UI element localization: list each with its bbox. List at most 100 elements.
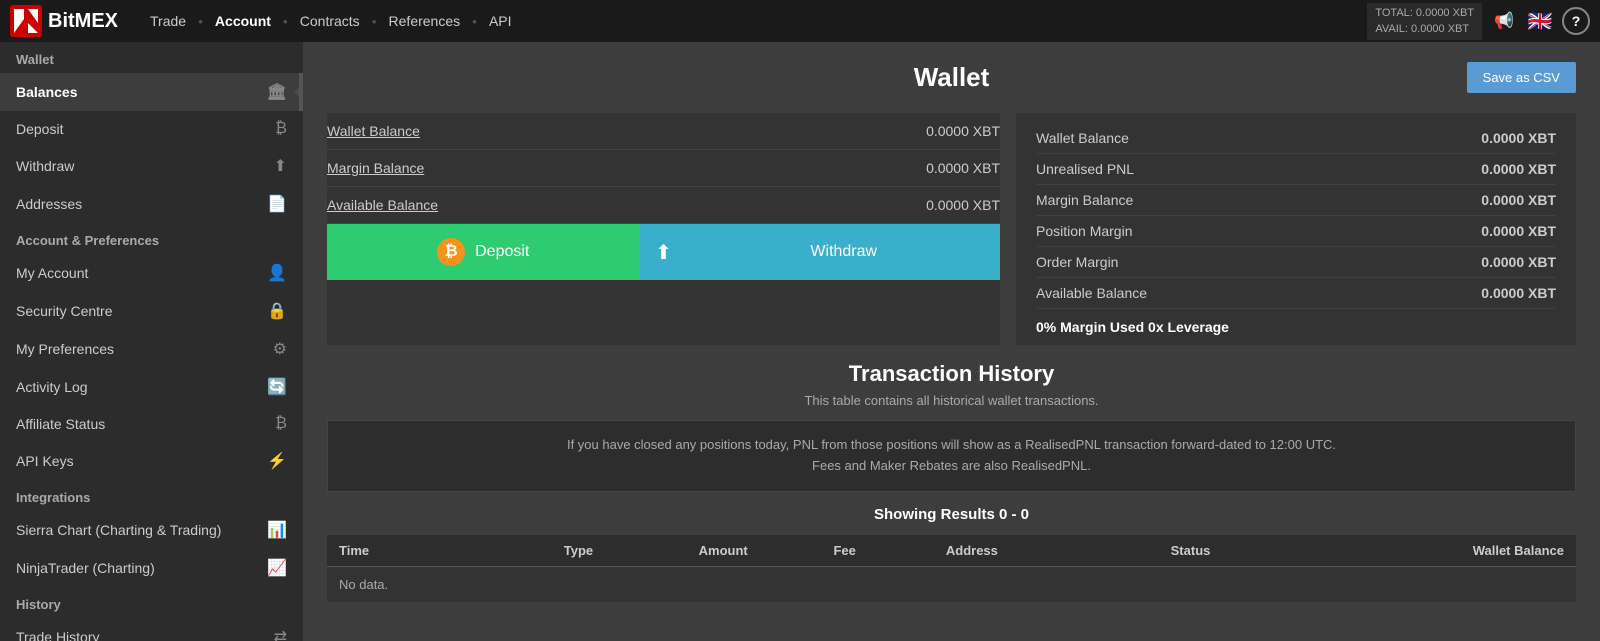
sidebar-item-balances[interactable]: Balances 🏛 — [0, 73, 303, 111]
deposit-icon: ₿ — [275, 120, 287, 138]
api-keys-label: API Keys — [16, 453, 259, 469]
main-layout: Wallet Balances 🏛 Deposit ₿ Withdraw ⬆ A… — [0, 42, 1600, 641]
sidebar-item-withdraw[interactable]: Withdraw ⬆ — [0, 147, 303, 185]
withdraw-btn-label: Withdraw — [810, 243, 877, 261]
preferences-icon: ⚙ — [273, 339, 287, 359]
sidebar-item-deposit[interactable]: Deposit ₿ — [0, 111, 303, 147]
trade-history-icon: ⇄ — [274, 627, 287, 641]
my-account-icon: 👤 — [267, 263, 287, 283]
trade-history-label: Trade History — [16, 629, 266, 641]
security-icon: 🔒 — [267, 301, 287, 321]
history-section-header: History — [0, 587, 303, 618]
r-wallet-balance-value: 0.0000 XBT — [1481, 130, 1556, 146]
r-available-balance-row: Available Balance 0.0000 XBT — [1036, 278, 1556, 309]
sidebar-item-activity-log[interactable]: Activity Log 🔄 — [0, 368, 303, 406]
total-balance: TOTAL: 0.0000 XBT — [1375, 5, 1474, 22]
r-position-margin-value: 0.0000 XBT — [1481, 223, 1556, 239]
sidebar-item-trade-history[interactable]: Trade History ⇄ — [0, 618, 303, 641]
margin-balance-value: 0.0000 XBT — [926, 160, 1000, 176]
deposit-btc-icon: ₿ — [437, 238, 465, 266]
sierra-chart-icon: 📊 — [267, 520, 287, 540]
r-order-margin-label: Order Margin — [1036, 254, 1118, 270]
transaction-section: Transaction History This table contains … — [327, 361, 1576, 602]
balances-icon: 🏛 — [267, 82, 287, 102]
available-balance-label: Available Balance — [327, 197, 438, 213]
r-available-balance-value: 0.0000 XBT — [1481, 285, 1556, 301]
results-label: Showing Results 0 - 0 — [327, 506, 1576, 523]
addresses-icon: 📄 — [267, 194, 287, 214]
r-position-margin-row: Position Margin 0.0000 XBT — [1036, 216, 1556, 247]
r-order-margin-value: 0.0000 XBT — [1481, 254, 1556, 270]
security-centre-label: Security Centre — [16, 303, 259, 319]
left-balance-table: Wallet Balance 0.0000 XBT Margin Balance… — [327, 113, 1000, 345]
nav-api[interactable]: API — [477, 13, 524, 29]
sidebar-item-affiliate-status[interactable]: Affiliate Status ₿ — [0, 406, 303, 442]
nav-trade[interactable]: Trade — [138, 13, 198, 29]
nav-references[interactable]: References — [377, 13, 473, 29]
r-order-margin-row: Order Margin 0.0000 XBT — [1036, 247, 1556, 278]
nav-contracts[interactable]: Contracts — [288, 13, 372, 29]
r-unrealised-pnl-value: 0.0000 XBT — [1481, 161, 1556, 177]
activity-icon: 🔄 — [267, 377, 287, 397]
help-icon[interactable]: ? — [1562, 7, 1590, 35]
sidebar-item-api-keys[interactable]: API Keys ⚡ — [0, 442, 303, 480]
affiliate-icon: ₿ — [275, 415, 287, 433]
affiliate-status-label: Affiliate Status — [16, 416, 267, 432]
balances-label: Balances — [16, 84, 259, 100]
page-title: Wallet — [743, 62, 1159, 93]
sidebar-item-my-preferences[interactable]: My Preferences ⚙ — [0, 330, 303, 368]
r-position-margin-label: Position Margin — [1036, 223, 1133, 239]
r-unrealised-pnl-label: Unrealised PNL — [1036, 161, 1134, 177]
nav-account[interactable]: Account — [203, 13, 283, 29]
available-balance-row: Available Balance 0.0000 XBT — [327, 187, 1000, 224]
nav-right: TOTAL: 0.0000 XBT AVAIL: 0.0000 XBT 📢 🇬🇧… — [1367, 3, 1590, 40]
save-csv-button[interactable]: Save as CSV — [1467, 62, 1576, 93]
no-data-row: No data. — [327, 567, 1576, 602]
my-preferences-label: My Preferences — [16, 341, 265, 357]
table-header: Time Type Amount Fee Address Status Wall… — [327, 535, 1576, 567]
announcement-icon[interactable]: 📢 — [1490, 7, 1518, 35]
transaction-subtitle: This table contains all historical walle… — [327, 393, 1576, 408]
r-margin-balance-value: 0.0000 XBT — [1481, 192, 1556, 208]
available-balance-value: 0.0000 XBT — [926, 197, 1000, 213]
sidebar-item-ninjatrader[interactable]: NinjaTrader (Charting) 📈 — [0, 549, 303, 587]
right-balance-table: Wallet Balance 0.0000 XBT Unrealised PNL… — [1016, 113, 1576, 345]
wallet-balance-label: Wallet Balance — [327, 123, 420, 139]
th-status: Status — [1171, 543, 1340, 558]
info-line2: Fees and Maker Rebates are also Realised… — [348, 456, 1555, 477]
th-address: Address — [946, 543, 1171, 558]
deposit-button[interactable]: ₿ Deposit — [327, 224, 640, 280]
th-fee: Fee — [833, 543, 945, 558]
wallet-header: Wallet Save as CSV — [327, 62, 1576, 93]
sidebar-item-my-account[interactable]: My Account 👤 — [0, 254, 303, 292]
top-nav: BitMEX Trade ● Account ● Contracts ● Ref… — [0, 0, 1600, 42]
deposit-withdraw-row: ₿ Deposit ⬆ Withdraw — [327, 224, 1000, 280]
my-account-label: My Account — [16, 265, 259, 281]
info-box: If you have closed any positions today, … — [327, 420, 1576, 492]
language-flag-icon[interactable]: 🇬🇧 — [1526, 7, 1554, 35]
transaction-title: Transaction History — [327, 361, 1576, 387]
logo[interactable]: BitMEX — [10, 5, 118, 37]
ninjatrader-icon: 📈 — [267, 558, 287, 578]
r-margin-balance-label: Margin Balance — [1036, 192, 1133, 208]
r-wallet-balance-label: Wallet Balance — [1036, 130, 1129, 146]
wallet-balance-row: Wallet Balance 0.0000 XBT — [327, 113, 1000, 150]
sidebar-item-addresses[interactable]: Addresses 📄 — [0, 185, 303, 223]
info-line1: If you have closed any positions today, … — [348, 435, 1555, 456]
active-arrow — [294, 82, 303, 102]
r-available-balance-label: Available Balance — [1036, 285, 1147, 301]
avail-balance: AVAIL: 0.0000 XBT — [1375, 21, 1474, 38]
sidebar-item-security-centre[interactable]: Security Centre 🔒 — [0, 292, 303, 330]
r-margin-balance-row: Margin Balance 0.0000 XBT — [1036, 185, 1556, 216]
withdraw-button[interactable]: Withdraw — [688, 224, 1001, 280]
withdraw-icon: ⬆ — [274, 156, 287, 176]
separator-icon: ⬆ — [655, 240, 672, 265]
balance-section: Wallet Balance 0.0000 XBT Margin Balance… — [327, 113, 1576, 345]
th-amount: Amount — [699, 543, 834, 558]
deposit-label: Deposit — [16, 121, 267, 137]
margin-balance-row: Margin Balance 0.0000 XBT — [327, 150, 1000, 187]
sidebar-item-sierra-chart[interactable]: Sierra Chart (Charting & Trading) 📊 — [0, 511, 303, 549]
th-time: Time — [339, 543, 564, 558]
sidebar: Wallet Balances 🏛 Deposit ₿ Withdraw ⬆ A… — [0, 42, 303, 641]
wallet-section-header: Wallet — [0, 42, 303, 73]
